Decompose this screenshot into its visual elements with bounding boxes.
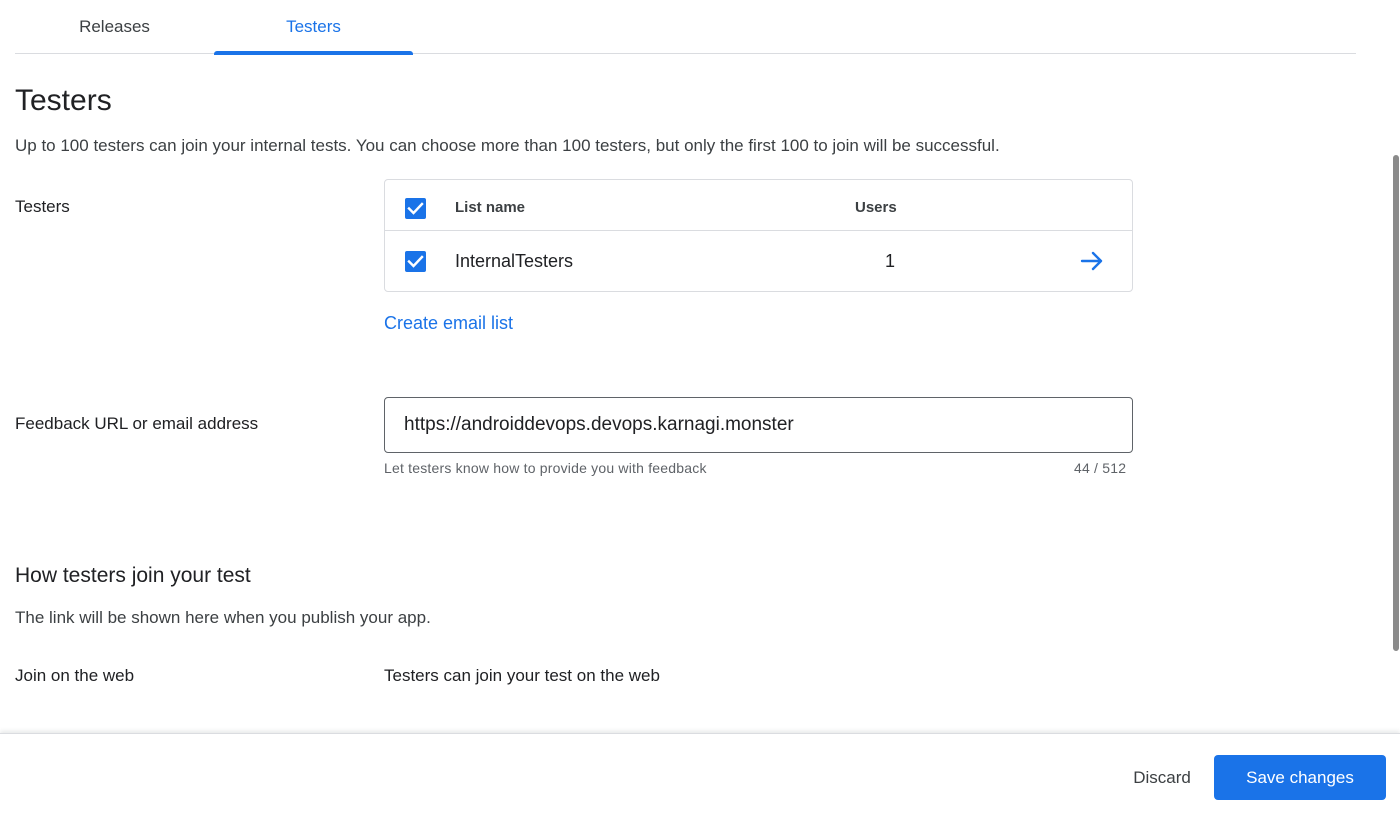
column-header-list-name: List name xyxy=(455,199,526,216)
row-checkbox[interactable] xyxy=(405,251,426,272)
join-section-description: The link will be shown here when you pub… xyxy=(15,608,431,627)
tab-testers[interactable]: Testers xyxy=(214,0,413,55)
feedback-helper-text: Let testers know how to provide you with… xyxy=(384,460,707,476)
page-title: Testers xyxy=(15,84,112,117)
table-header: List name Users xyxy=(385,180,1132,231)
create-email-list-link[interactable]: Create email list xyxy=(384,313,513,334)
arrow-right-icon[interactable] xyxy=(1079,249,1105,273)
scrollbar-thumb[interactable] xyxy=(1393,155,1399,651)
tester-lists-table: List name Users InternalTesters 1 xyxy=(384,179,1133,292)
tab-bar: Releases Testers xyxy=(15,0,1356,55)
active-tab-indicator xyxy=(214,51,413,55)
feedback-field xyxy=(384,397,1133,453)
action-footer: Discard Save changes xyxy=(0,733,1400,819)
save-changes-button[interactable]: Save changes xyxy=(1214,755,1386,800)
tab-releases-label: Releases xyxy=(79,17,150,36)
testers-label: Testers xyxy=(15,197,70,216)
join-web-value: Testers can join your test on the web xyxy=(384,666,660,685)
check-icon xyxy=(407,255,424,268)
users-count-cell: 1 xyxy=(885,251,896,271)
feedback-input[interactable] xyxy=(385,398,1132,452)
page-description: Up to 100 testers can join your internal… xyxy=(15,136,1000,155)
column-header-users: Users xyxy=(855,199,897,216)
join-section-title: How testers join your test xyxy=(15,564,251,587)
discard-button[interactable]: Discard xyxy=(1116,755,1208,800)
tab-releases[interactable]: Releases xyxy=(15,0,214,54)
check-icon xyxy=(407,202,424,215)
list-name-cell: InternalTesters xyxy=(455,251,574,271)
character-counter: 44 / 512 xyxy=(1074,460,1127,476)
join-web-label: Join on the web xyxy=(15,666,135,685)
select-all-checkbox[interactable] xyxy=(405,198,426,219)
tab-testers-label: Testers xyxy=(286,17,341,36)
table-row: InternalTesters 1 xyxy=(385,231,1132,291)
feedback-label: Feedback URL or email address xyxy=(15,414,259,433)
